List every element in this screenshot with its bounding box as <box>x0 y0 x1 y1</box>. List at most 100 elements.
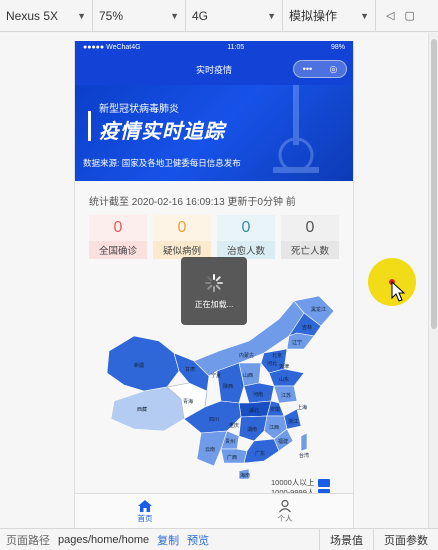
banner-title: 疫情实时追踪 <box>99 121 225 143</box>
map-region-taiwan[interactable] <box>300 432 308 452</box>
navigation-bar: 实时疫情 ••• ◎ <box>75 53 353 85</box>
window-icon[interactable]: ▢ <box>404 9 414 22</box>
map-label: 台湾 <box>299 452 309 459</box>
banner-subtitle: 新型冠状病毒肺炎 <box>99 104 179 115</box>
zoom-select-label: 75% <box>99 8 124 23</box>
banner-source: 数据来源: 国家及各地卫健委每日信息发布 <box>83 158 241 168</box>
stat-card-cured: 0 治愈人数 <box>217 215 275 259</box>
hero-banner: 新型冠状病毒肺炎 疫情实时追踪 数据来源: 国家及各地卫健委每日信息发布 <box>75 85 353 181</box>
map-label: 辽宁 <box>292 339 302 346</box>
page-path-section: 页面路径 pages/home/home 复制 预览 <box>0 532 209 548</box>
map-label: 吉林 <box>302 324 312 331</box>
tab-home-label: 首页 <box>137 513 153 523</box>
device-select-label: Nexus 5X <box>6 8 59 23</box>
mode-select[interactable]: 模拟操作 ▼ <box>283 0 376 32</box>
stats-time-prefix: 统计截至 <box>89 197 129 208</box>
stat-label: 死亡人数 <box>281 241 339 259</box>
stat-label: 全国确诊 <box>89 241 147 259</box>
update-suffix: 前 <box>285 197 296 208</box>
loading-text: 正在加载... <box>194 299 234 309</box>
tab-bar: 首页 个人 <box>75 493 353 528</box>
toolbar-icons: ◁ ▢ <box>376 9 415 22</box>
stat-value: 0 <box>89 215 147 241</box>
page-params-button[interactable]: 页面参数 <box>373 528 438 550</box>
spinner-icon <box>205 273 223 292</box>
tab-home[interactable]: 首页 <box>75 494 215 528</box>
chevron-down-icon: ▼ <box>267 10 276 21</box>
stat-card-suspected: 0 疑似病例 <box>153 215 211 259</box>
more-icon[interactable]: ••• <box>303 64 312 74</box>
carrier-label: ●●●●● WeChat4G <box>83 43 141 51</box>
map-region-xizang[interactable] <box>110 386 185 432</box>
map-label: 山东 <box>279 376 289 383</box>
map-label: 北京 <box>272 352 282 359</box>
map-label: 青海 <box>183 398 193 405</box>
preview-link[interactable]: 预览 <box>187 532 209 548</box>
map-label: 陕西 <box>223 383 233 390</box>
map-label: 福建 <box>278 438 288 445</box>
menu-capsule[interactable]: ••• ◎ <box>293 60 347 78</box>
devtools-bottom-bar: 页面路径 pages/home/home 复制 预览 场景值 页面参数 <box>0 528 438 550</box>
scrollbar-thumb[interactable] <box>431 39 437 329</box>
close-mini-program-icon[interactable]: ◎ <box>329 64 337 75</box>
speaker-icon[interactable]: ◁ <box>386 9 394 22</box>
map-label: 黑龙江 <box>311 306 326 313</box>
map-label: 山西 <box>243 372 253 379</box>
update-prefix: 更新于 <box>227 197 258 208</box>
mode-select-label: 模拟操作 <box>289 9 338 23</box>
network-select-label: 4G <box>192 8 209 23</box>
chevron-down-icon: ▼ <box>360 10 369 21</box>
stats-cards: 0 全国确诊 0 疑似病例 0 治愈人数 0 死亡人数 <box>89 215 339 259</box>
battery-label: 98% <box>330 43 345 51</box>
map-label: 广东 <box>255 450 265 457</box>
map-label: 天津 <box>279 363 289 370</box>
scene-value-button[interactable]: 场景值 <box>319 528 373 550</box>
stat-value: 0 <box>217 215 275 241</box>
stat-value: 0 <box>153 215 211 241</box>
medical-decoration-icon <box>273 85 319 173</box>
status-bar: ●●●●● WeChat4G 11:05 98% <box>75 41 353 53</box>
user-icon <box>279 499 291 512</box>
map-label: 甘肃 <box>185 366 195 373</box>
map-label: 西藏 <box>137 406 147 413</box>
map-label: 四川 <box>209 417 219 423</box>
chevron-down-icon: ▼ <box>170 10 179 21</box>
devtools-toolbar: Nexus 5X ▼ 75% ▼ 4G ▼ 模拟操作 ▼ ◁ ▢ <box>0 0 438 32</box>
legend-label: 10000人以上 <box>271 478 315 487</box>
copy-link[interactable]: 复制 <box>157 532 179 548</box>
chevron-down-icon: ▼ <box>77 10 86 21</box>
map-label: 新疆 <box>134 362 144 369</box>
map-label: 贵州 <box>225 438 235 445</box>
map-label: 湖南 <box>247 426 257 433</box>
home-icon <box>138 499 152 512</box>
map-label: 河北 <box>267 360 277 367</box>
mouse-cursor-icon <box>389 279 406 302</box>
map-label: 内蒙古 <box>239 352 254 359</box>
map-label: 重庆 <box>229 422 239 429</box>
device-select[interactable]: Nexus 5X ▼ <box>0 0 93 32</box>
phone-screen: ●●●●● WeChat4G 11:05 98% 实时疫情 ••• ◎ 新型冠状… <box>74 41 354 528</box>
loading-toast: 正在加载... <box>181 257 247 325</box>
bottom-bar-actions: 场景值 页面参数 <box>319 528 438 550</box>
map-label: 宁夏 <box>211 372 221 379</box>
map-label: 河南 <box>253 391 263 398</box>
page-path-value: pages/home/home <box>58 533 150 546</box>
stat-card-deaths: 0 死亡人数 <box>281 215 339 259</box>
map-label: 江苏 <box>281 392 291 399</box>
map-label: 浙江 <box>288 418 298 425</box>
simulator-scrollbar[interactable] <box>428 33 438 528</box>
page-title: 实时疫情 <box>195 64 232 75</box>
stats-time-value: 2020-02-16 16:09:13 <box>131 197 225 208</box>
tab-profile[interactable]: 个人 <box>215 494 353 528</box>
map-label: 江西 <box>269 424 279 431</box>
map-label: 湖北 <box>249 407 259 414</box>
network-select[interactable]: 4G ▼ <box>186 0 283 32</box>
legend-swatch <box>318 479 331 487</box>
map-label: 广西 <box>227 454 237 461</box>
map-label: 上海 <box>297 404 307 411</box>
tab-profile-label: 个人 <box>277 513 293 523</box>
stat-value: 0 <box>281 215 339 241</box>
legend-item: 10000人以上 <box>271 478 331 488</box>
map-label: 云南 <box>205 446 215 453</box>
zoom-select[interactable]: 75% ▼ <box>93 0 186 32</box>
